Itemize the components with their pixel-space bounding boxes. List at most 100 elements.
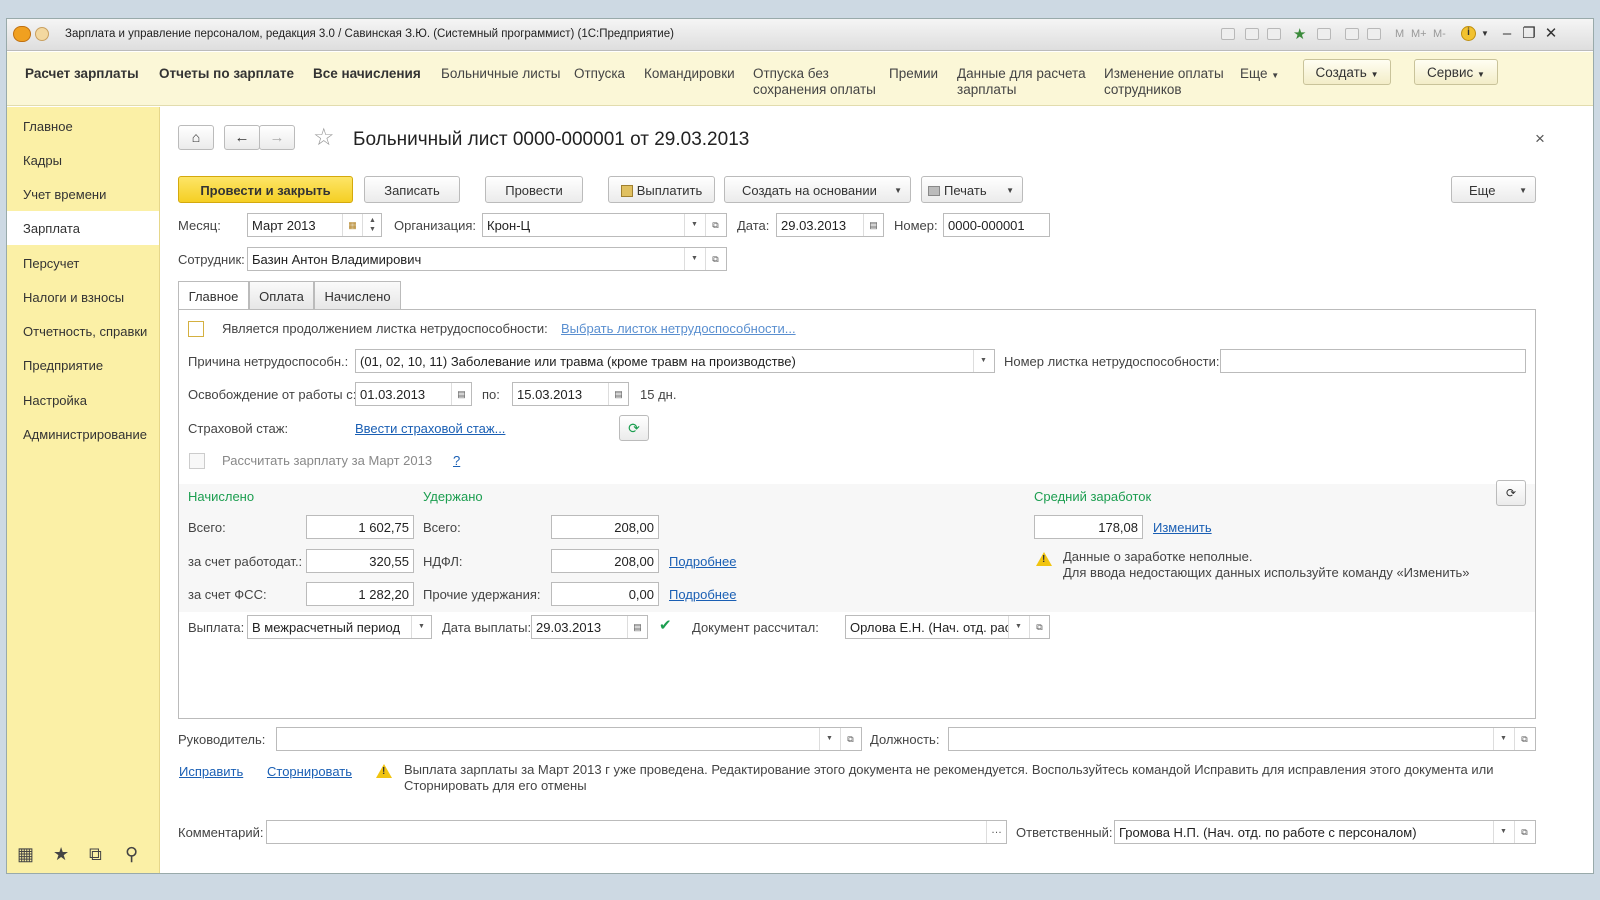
menu-payroll[interactable]: Расчет зарплаты	[25, 66, 139, 82]
comment-field[interactable]: …	[266, 820, 1007, 844]
favorites-icon[interactable]	[1317, 28, 1331, 40]
more-actions-button[interactable]: Еще	[1451, 176, 1536, 203]
sidebar-item-salary[interactable]: Зарплата	[7, 211, 159, 245]
open-icon[interactable]: ⧉	[705, 248, 725, 270]
calculated-checkbox[interactable]: ✔	[659, 618, 675, 635]
average-earnings-field[interactable]: 178,08	[1034, 515, 1143, 539]
recalculate-button[interactable]: ⟳	[1496, 480, 1526, 506]
other-withholdings-field[interactable]: 0,00	[551, 582, 659, 606]
sidebar-item-hr[interactable]: Кадры	[23, 153, 62, 168]
sheet-number-field[interactable]	[1220, 349, 1526, 373]
save-icon[interactable]	[1221, 28, 1235, 40]
memory-mplus-icon[interactable]: M+	[1411, 28, 1427, 40]
choose-sheet-link[interactable]: Выбрать листок нетрудоспособности...	[561, 321, 796, 336]
memory-mminus-icon[interactable]: M-	[1433, 28, 1446, 40]
menu-payroll-data[interactable]: Данные для расчета зарплаты	[957, 66, 1097, 98]
calculated-by-field[interactable]: Орлова Е.Н. (Нач. отд. рас ▼ ⧉	[845, 615, 1050, 639]
other-details-link[interactable]: Подробнее	[669, 587, 736, 602]
calendar-icon[interactable]: ▦	[342, 214, 362, 236]
home-button[interactable]: ⌂	[178, 125, 214, 150]
sidebar-item-enterprise[interactable]: Предприятие	[23, 358, 103, 373]
print-button[interactable]: Печать	[921, 176, 1023, 203]
date-field[interactable]: 29.03.2013 ▤	[776, 213, 884, 237]
calculator-icon[interactable]	[1345, 28, 1359, 40]
position-field[interactable]: ▼ ⧉	[948, 727, 1536, 751]
help-link[interactable]: ?	[453, 453, 460, 468]
sidebar-item-reports[interactable]: Отчетность, справки	[23, 324, 147, 339]
chevron-down-icon[interactable]: ▼	[973, 350, 993, 372]
tab-accrued[interactable]: Начислено	[314, 281, 401, 310]
history-icon[interactable]: ⧉	[89, 844, 102, 865]
menu-sick-leaves[interactable]: Больничные листы	[441, 66, 560, 82]
ndfl-details-link[interactable]: Подробнее	[669, 554, 736, 569]
employee-field[interactable]: Базин Антон Владимирович ▼ ⧉	[247, 247, 727, 271]
tab-main[interactable]: Главное	[178, 281, 249, 311]
fix-link[interactable]: Исправить	[179, 764, 243, 779]
chevron-down-icon[interactable]: ▼	[1008, 616, 1028, 638]
maximize-icon[interactable]: ❐	[1520, 25, 1538, 43]
open-icon[interactable]: ⧉	[705, 214, 725, 236]
insurance-link[interactable]: Ввести страховой стаж...	[355, 421, 505, 436]
info-icon[interactable]: i	[1461, 26, 1476, 41]
sidebar-item-main[interactable]: Главное	[23, 119, 73, 134]
back-button[interactable]: ←	[224, 125, 260, 150]
chevron-down-icon[interactable]: ▼	[1493, 821, 1513, 843]
save-button[interactable]: Записать	[364, 176, 460, 203]
accrued-employer-field[interactable]: 320,55	[306, 549, 414, 573]
chevron-down-icon[interactable]: ▼	[411, 616, 431, 638]
star-icon[interactable]: ★	[53, 844, 69, 865]
chevron-down-icon[interactable]: ▼	[1481, 29, 1489, 38]
create-based-on-button[interactable]: Создать на основании	[724, 176, 911, 203]
menu-more[interactable]: Еще ▼	[1240, 66, 1279, 84]
refresh-insurance-button[interactable]: ⟳	[619, 415, 649, 441]
memory-m-icon[interactable]: M	[1395, 28, 1404, 40]
sidebar-item-time[interactable]: Учет времени	[23, 187, 106, 202]
preview-icon[interactable]	[1267, 28, 1281, 40]
responsible-field[interactable]: Громова Н.П. (Нач. отд. по работе с перс…	[1114, 820, 1536, 844]
month-stepper[interactable]: ▲ ▼	[362, 214, 381, 236]
ndfl-field[interactable]: 208,00	[551, 549, 659, 573]
pay-button[interactable]: Выплатить	[608, 176, 715, 203]
forward-button[interactable]: →	[259, 125, 295, 150]
payment-date-field[interactable]: 29.03.2013 ▤	[531, 615, 648, 639]
menu-all-accruals[interactable]: Все начисления	[313, 66, 421, 82]
open-icon[interactable]: ⧉	[1514, 728, 1534, 750]
menu-unpaid-leave[interactable]: Отпуска без сохранения оплаты	[753, 66, 883, 98]
search-icon[interactable]: ⚲	[125, 844, 138, 865]
ellipsis-icon[interactable]: …	[986, 821, 1006, 843]
minimize-icon[interactable]: –	[1498, 25, 1516, 43]
grid-menu-icon[interactable]: ▦	[17, 844, 34, 865]
tab-payment[interactable]: Оплата	[249, 281, 314, 310]
chevron-down-icon[interactable]: ▼	[684, 214, 704, 236]
chevron-down-icon[interactable]: ▼	[1493, 728, 1513, 750]
open-icon[interactable]: ⧉	[1029, 616, 1049, 638]
calendar-icon[interactable]: ▤	[451, 383, 471, 405]
accrued-fss-field[interactable]: 1 282,20	[306, 582, 414, 606]
create-menu-button[interactable]: Создать ▼	[1303, 59, 1391, 85]
open-icon[interactable]: ⧉	[1514, 821, 1534, 843]
release-from-field[interactable]: 01.03.2013 ▤	[355, 382, 472, 406]
sidebar-item-admin[interactable]: Администрирование	[23, 427, 147, 442]
calendar-icon[interactable]	[1367, 28, 1381, 40]
print-icon[interactable]	[1245, 28, 1259, 40]
withheld-total-field[interactable]: 208,00	[551, 515, 659, 539]
reason-field[interactable]: (01, 02, 10, 11) Заболевание или травма …	[355, 349, 995, 373]
sidebar-item-personal[interactable]: Персучет	[23, 256, 79, 271]
continuation-checkbox[interactable]	[188, 321, 204, 337]
payment-field[interactable]: В межрасчетный период ▼	[247, 615, 432, 639]
calendar-icon[interactable]: ▤	[608, 383, 628, 405]
service-menu-button[interactable]: Сервис ▼	[1414, 59, 1498, 85]
menu-business-trips[interactable]: Командировки	[644, 66, 735, 82]
reverse-link[interactable]: Сторнировать	[267, 764, 352, 779]
release-to-field[interactable]: 15.03.2013 ▤	[512, 382, 629, 406]
sidebar-item-settings[interactable]: Настройка	[23, 393, 87, 408]
change-earnings-link[interactable]: Изменить	[1153, 520, 1212, 535]
month-field[interactable]: Март 2013 ▦ ▲ ▼	[247, 213, 382, 237]
number-field[interactable]: 0000-000001	[943, 213, 1050, 237]
close-document-icon[interactable]: ×	[1535, 129, 1545, 149]
manager-field[interactable]: ▼ ⧉	[276, 727, 862, 751]
post-and-close-button[interactable]: Провести и закрыть	[178, 176, 353, 203]
chevron-down-icon[interactable]: ▼	[684, 248, 704, 270]
sidebar-item-taxes[interactable]: Налоги и взносы	[23, 290, 124, 305]
close-window-icon[interactable]: ✕	[1542, 25, 1560, 43]
